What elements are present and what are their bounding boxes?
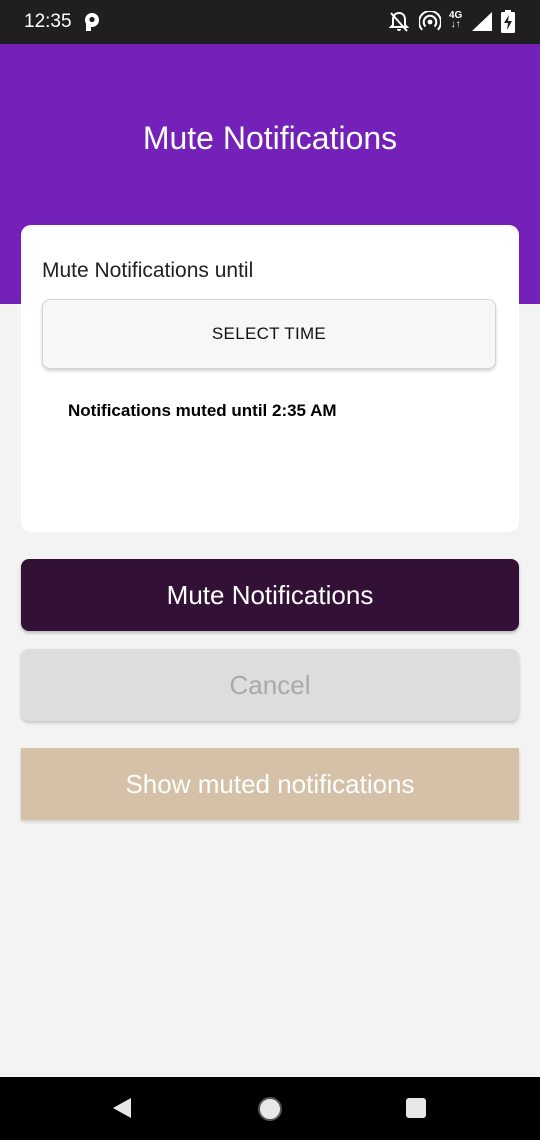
data-arrows-icon: ↓↑ [450, 19, 461, 30]
status-bar: 12:35 4G ↓↑ [0, 0, 540, 44]
mute-until-label: Mute Notifications until [42, 259, 254, 282]
mute-notifications-button[interactable]: Mute Notifications [21, 559, 519, 631]
home-icon[interactable] [257, 1096, 283, 1127]
back-icon[interactable] [111, 1096, 133, 1125]
hotspot-icon [418, 10, 442, 38]
signal-icon [472, 12, 492, 36]
status-time: 12:35 [24, 11, 72, 32]
cancel-button[interactable]: Cancel [21, 649, 519, 721]
notifications-off-icon [388, 11, 410, 38]
select-time-button[interactable]: SELECT TIME [42, 299, 496, 369]
navigation-bar [0, 1077, 540, 1140]
network-type-label: 4G ↓↑ [449, 10, 463, 30]
show-muted-notifications-button[interactable]: Show muted notifications [21, 748, 519, 820]
battery-charging-icon [501, 10, 515, 38]
parking-app-icon [84, 12, 100, 37]
page-title: Mute Notifications [142, 120, 398, 156]
mute-settings-card: Mute Notifications until SELECT TIME Not… [21, 225, 519, 532]
muted-until-status: Notifications muted until 2:35 AM [68, 401, 337, 420]
recents-icon[interactable] [405, 1097, 427, 1124]
